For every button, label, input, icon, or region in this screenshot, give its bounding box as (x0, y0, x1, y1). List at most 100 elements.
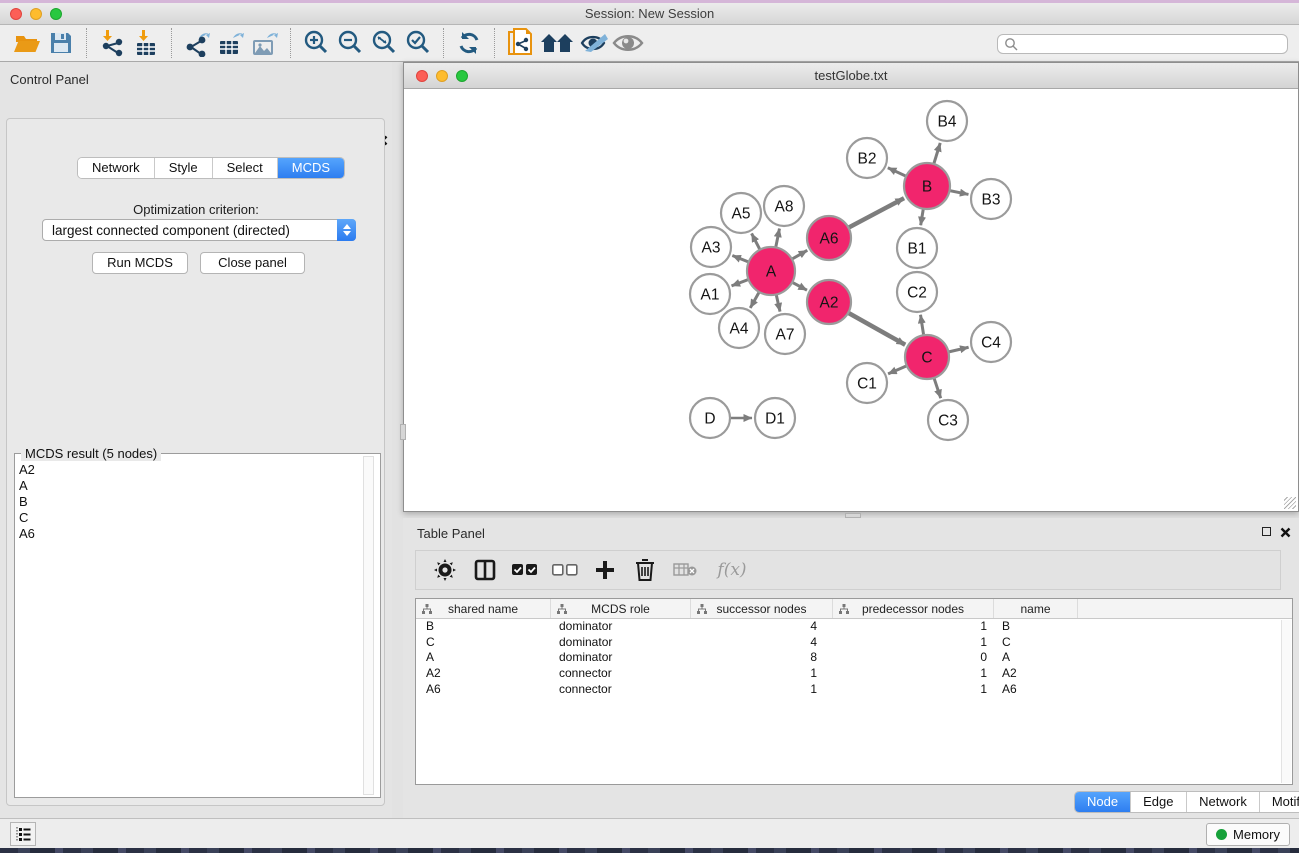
show-columns-icon[interactable] (470, 555, 500, 585)
home-layout-icon[interactable] (537, 27, 577, 59)
column-header[interactable]: shared name (416, 599, 551, 618)
zoom-out-icon[interactable] (333, 27, 367, 59)
table-row[interactable]: A6connector11A6 (416, 682, 1292, 698)
table-cell[interactable]: A (416, 650, 551, 666)
table-cell[interactable]: A6 (416, 682, 551, 698)
table-cell[interactable]: 1 (833, 619, 994, 635)
list-item[interactable]: B (19, 494, 35, 510)
run-mcds-button[interactable]: Run MCDS (92, 252, 188, 274)
close-window-button[interactable] (10, 8, 22, 20)
network-minimize-button[interactable] (436, 70, 448, 82)
table-cell[interactable]: A (994, 650, 1078, 666)
table-cell[interactable]: 8 (691, 650, 833, 666)
tab-motifs[interactable]: Motifs (1260, 792, 1299, 812)
table-cell[interactable]: 1 (833, 682, 994, 698)
tab-network[interactable]: Network (78, 158, 155, 178)
float-panel-icon[interactable] (1262, 527, 1271, 536)
column-header[interactable]: name (994, 599, 1078, 618)
table-cell[interactable]: A6 (994, 682, 1078, 698)
table-cell[interactable]: C (994, 635, 1078, 651)
list-item[interactable]: C (19, 510, 35, 526)
table-row[interactable]: Bdominator41B (416, 619, 1292, 635)
table-cell[interactable]: 4 (691, 619, 833, 635)
table-cell[interactable]: 1 (833, 635, 994, 651)
tab-node-table[interactable]: Node Table (1075, 792, 1131, 812)
control-panel: Control Panel Network Style Select MCDS … (0, 62, 392, 818)
table-cell[interactable]: dominator (551, 635, 691, 651)
open-file-icon[interactable] (10, 27, 44, 59)
table-row[interactable]: A2connector11A2 (416, 666, 1292, 682)
function-builder-icon[interactable]: f(x) (710, 555, 754, 585)
graph-node-label: B4 (938, 114, 957, 131)
hide-details-icon[interactable] (577, 27, 611, 59)
refresh-icon[interactable] (452, 27, 486, 59)
table-cell[interactable]: 0 (833, 650, 994, 666)
table-cell[interactable]: 1 (691, 666, 833, 682)
window-resize-grip[interactable] (1284, 497, 1296, 509)
criterion-select[interactable]: largest connected component (directed) (42, 219, 356, 241)
tab-mcds[interactable]: MCDS (278, 158, 344, 178)
network-graph[interactable]: AA1A2A3A4A5A6A7A8BB1B2B3B4CC1C2C3C4DD1 (404, 89, 1298, 511)
table-cell[interactable]: B (994, 619, 1078, 635)
zoom-window-button[interactable] (50, 8, 62, 20)
graph-node-label: A6 (820, 231, 839, 248)
column-header[interactable]: predecessor nodes (833, 599, 994, 618)
import-table-icon[interactable] (129, 27, 163, 59)
add-column-icon[interactable] (590, 555, 620, 585)
search-input[interactable] (1018, 36, 1287, 52)
list-item[interactable]: A (19, 478, 35, 494)
memory-button[interactable]: Memory (1206, 823, 1290, 846)
mcds-result-box: MCDS result (5 nodes) A2ABCA6 (14, 453, 381, 798)
select-all-checks-icon[interactable] (510, 555, 540, 585)
table-cell[interactable]: connector (551, 682, 691, 698)
network-from-file-icon[interactable] (503, 27, 537, 59)
split-divider-handle[interactable] (400, 424, 406, 440)
column-header[interactable]: MCDS role (551, 599, 691, 618)
zoom-selected-icon[interactable] (401, 27, 435, 59)
tab-select[interactable]: Select (213, 158, 278, 178)
zoom-in-icon[interactable] (299, 27, 333, 59)
table-cell[interactable]: dominator (551, 619, 691, 635)
search-field[interactable] (997, 34, 1288, 54)
mcds-result-scrollbar[interactable] (363, 456, 374, 795)
export-network-icon[interactable] (180, 27, 214, 59)
show-details-icon[interactable] (611, 27, 645, 59)
network-zoom-button[interactable] (456, 70, 468, 82)
main-toolbar (0, 25, 1299, 62)
tab-style[interactable]: Style (155, 158, 213, 178)
network-canvas[interactable]: AA1A2A3A4A5A6A7A8BB1B2B3B4CC1C2C3C4DD1 (404, 89, 1298, 511)
column-header[interactable]: successor nodes (691, 599, 833, 618)
table-cell[interactable]: C (416, 635, 551, 651)
delete-table-icon[interactable] (670, 555, 700, 585)
minimize-window-button[interactable] (30, 8, 42, 20)
settings-gear-icon[interactable] (430, 555, 460, 585)
graph-node-label: C1 (857, 376, 877, 393)
export-table-icon[interactable] (214, 27, 248, 59)
save-session-icon[interactable] (44, 27, 78, 59)
table-scrollbar[interactable] (1281, 620, 1291, 783)
zoom-fit-icon[interactable] (367, 27, 401, 59)
close-panel-icon[interactable] (1280, 527, 1291, 538)
task-history-button[interactable] (10, 822, 36, 846)
table-row[interactable]: Adominator80A (416, 650, 1292, 666)
deselect-all-checks-icon[interactable] (550, 555, 580, 585)
import-network-icon[interactable] (95, 27, 129, 59)
tab-edge-table[interactable]: Edge Table (1131, 792, 1187, 812)
table-cell[interactable]: A2 (416, 666, 551, 682)
table-row[interactable]: Cdominator41C (416, 635, 1292, 651)
close-panel-button[interactable]: Close panel (200, 252, 305, 274)
list-item[interactable]: A2 (19, 462, 35, 478)
list-item[interactable]: A6 (19, 526, 35, 542)
network-close-button[interactable] (416, 70, 428, 82)
table-cell[interactable]: dominator (551, 650, 691, 666)
table-cell[interactable]: connector (551, 666, 691, 682)
table-cell[interactable]: A2 (994, 666, 1078, 682)
table-cell[interactable]: B (416, 619, 551, 635)
tab-network-table[interactable]: Network Table (1187, 792, 1260, 812)
table-cell[interactable]: 4 (691, 635, 833, 651)
table-cell[interactable]: 1 (833, 666, 994, 682)
export-image-icon[interactable] (248, 27, 282, 59)
network-window-titlebar[interactable]: testGlobe.txt (404, 63, 1298, 89)
table-cell[interactable]: 1 (691, 682, 833, 698)
delete-column-icon[interactable] (630, 555, 660, 585)
